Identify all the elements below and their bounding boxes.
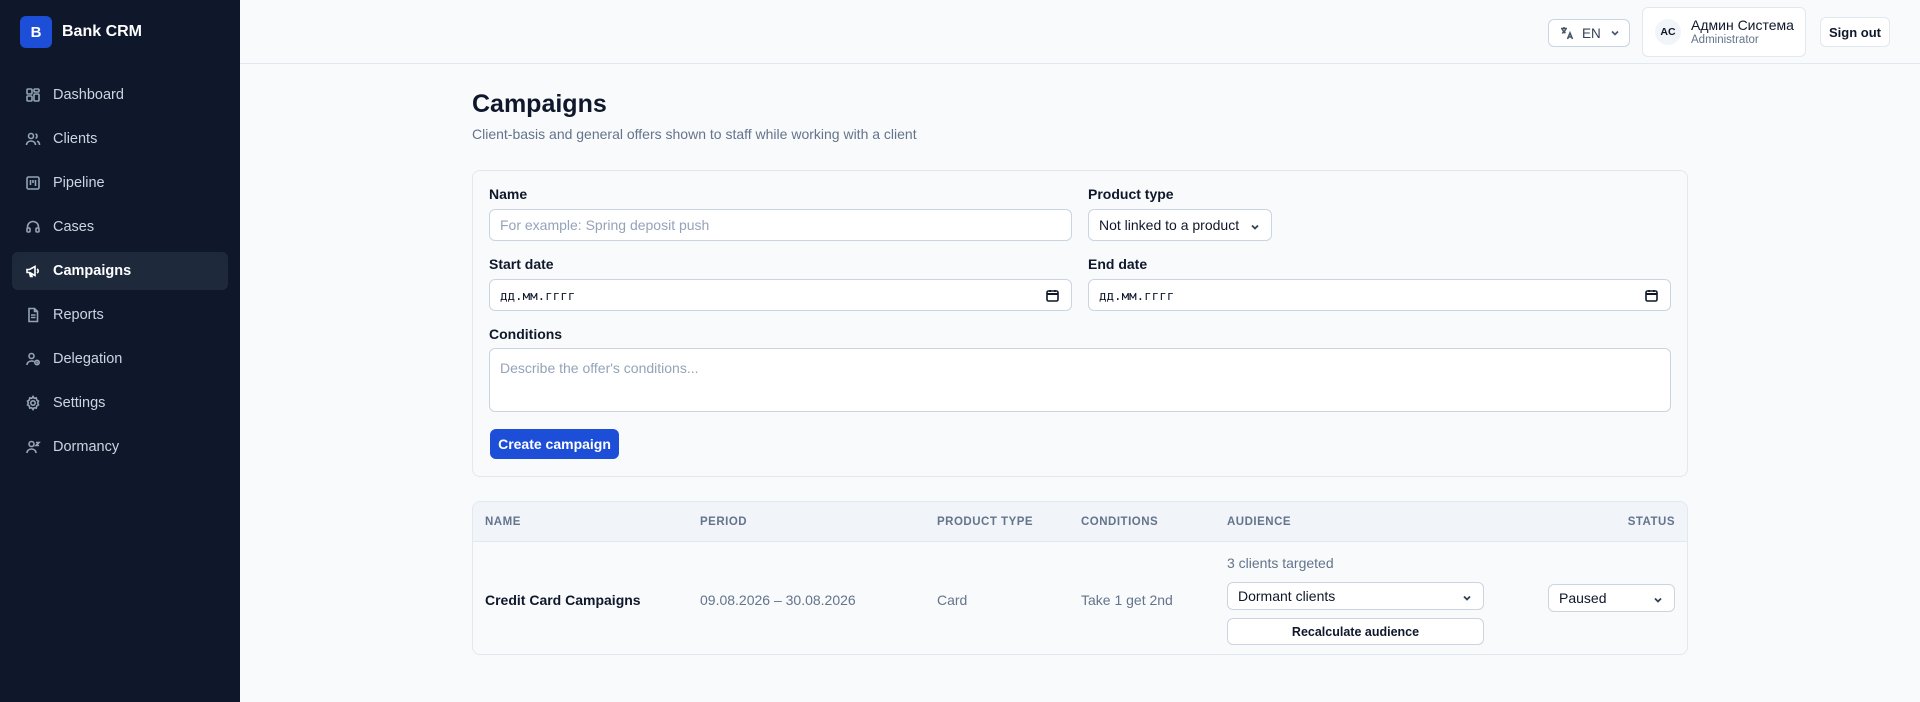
recalculate-audience-button[interactable]: Recalculate audience — [1227, 618, 1484, 645]
users-icon — [25, 131, 41, 147]
gear-icon — [25, 395, 41, 411]
calendar-icon[interactable] — [1046, 289, 1059, 305]
column-header-product-type: PRODUCT TYPE — [937, 516, 1034, 528]
audience-segment-select[interactable]: Dormant clients — [1227, 582, 1484, 610]
sidebar-item-reports[interactable]: Reports — [12, 296, 228, 334]
dormancy-icon — [25, 439, 41, 455]
megaphone-icon — [25, 263, 41, 279]
brand-name: Bank CRM — [62, 23, 143, 40]
product-type-select[interactable]: Not linked to a product — [1088, 209, 1272, 241]
sidebar-item-label: Pipeline — [53, 175, 105, 191]
delegation-icon — [25, 351, 41, 367]
status-select[interactable]: Paused — [1548, 584, 1675, 612]
language-selector[interactable]: EN — [1548, 19, 1630, 47]
conditions-label: Conditions — [489, 326, 563, 342]
campaign-period: 09.08.2026 – 30.08.2026 — [700, 592, 856, 608]
user-role: Administrator — [1691, 33, 1759, 46]
start-date-value: дд.мм.гггг — [500, 287, 576, 303]
page-title: Campaigns — [472, 90, 607, 118]
user-name: Админ Система — [1691, 16, 1794, 33]
name-input[interactable]: For example: Spring deposit push — [489, 209, 1072, 241]
end-date-value: дд.мм.гггг — [1099, 287, 1175, 303]
start-date-input[interactable]: дд.мм.гггг — [489, 279, 1072, 311]
audience-segment-value: Dormant clients — [1238, 588, 1336, 604]
sidebar-item-campaigns[interactable]: Campaigns — [12, 252, 228, 290]
sidebar-item-dormancy[interactable]: Dormancy — [12, 428, 228, 466]
column-header-status: STATUS — [1627, 516, 1675, 528]
calendar-icon[interactable] — [1645, 289, 1658, 305]
brand-logo: B — [20, 16, 52, 48]
column-header-name: NAME — [485, 516, 521, 528]
sidebar-item-dashboard[interactable]: Dashboard — [12, 76, 228, 114]
sidebar-item-delegation[interactable]: Delegation — [12, 340, 228, 378]
pipeline-icon — [25, 175, 41, 191]
headset-icon — [25, 219, 41, 235]
start-date-label: Start date — [489, 256, 554, 272]
sidebar-item-label: Clients — [53, 131, 98, 147]
column-header-period: PERIOD — [700, 516, 748, 528]
sidebar-item-label: Campaigns — [53, 263, 132, 279]
dashboard-icon — [25, 87, 41, 103]
audience-count: 3 clients targeted — [1227, 555, 1334, 571]
topbar: EN AC Админ Система Administrator Sign o… — [240, 0, 1920, 64]
sidebar-item-label: Reports — [53, 307, 104, 323]
sidebar-item-label: Cases — [53, 219, 95, 235]
product-type-value: Not linked to a product — [1099, 217, 1240, 233]
avatar: AC — [1655, 19, 1681, 45]
column-header-conditions: CONDITIONS — [1081, 516, 1159, 528]
sidebar-item-label: Dashboard — [53, 87, 124, 103]
sidebar-item-settings[interactable]: Settings — [12, 384, 228, 422]
chevron-down-icon — [1652, 593, 1664, 609]
page-subtitle: Client-basis and general offers shown to… — [472, 126, 917, 142]
end-date-input[interactable]: дд.мм.гггг — [1088, 279, 1671, 311]
campaign-name: Credit Card Campaigns — [485, 592, 641, 608]
sidebar-nav: Dashboard Clients Pipeline Cases Campaig… — [0, 64, 240, 466]
conditions-textarea[interactable]: Describe the offer's conditions... — [489, 348, 1671, 412]
sidebar-item-label: Settings — [53, 395, 106, 411]
chevron-down-icon — [1461, 591, 1473, 607]
sign-out-button[interactable]: Sign out — [1820, 17, 1890, 47]
name-label: Name — [489, 186, 528, 202]
sidebar-item-label: Dormancy — [53, 439, 120, 455]
brand[interactable]: B Bank CRM — [0, 0, 240, 64]
translate-icon — [1559, 25, 1575, 41]
sidebar-item-pipeline[interactable]: Pipeline — [12, 164, 228, 202]
user-info: Админ Система Administrator — [1691, 17, 1794, 48]
campaign-conditions: Take 1 get 2nd — [1081, 592, 1173, 608]
sidebar-item-clients[interactable]: Clients — [12, 120, 228, 158]
chevron-down-icon — [1249, 220, 1261, 236]
sidebar-item-cases[interactable]: Cases — [12, 208, 228, 246]
column-header-audience: AUDIENCE — [1227, 516, 1292, 528]
sidebar-item-label: Delegation — [53, 351, 123, 367]
campaign-product-type: Card — [937, 592, 968, 608]
chevron-down-icon — [1609, 27, 1621, 39]
report-icon — [25, 307, 41, 323]
user-menu[interactable]: AC Админ Система Administrator — [1642, 7, 1806, 57]
create-campaign-button[interactable]: Create campaign — [490, 429, 619, 459]
create-campaign-form: Name For example: Spring deposit push Pr… — [472, 170, 1688, 477]
sidebar: B Bank CRM Dashboard Clients Pipeline Ca… — [0, 0, 240, 702]
end-date-label: End date — [1088, 256, 1148, 272]
product-type-label: Product type — [1088, 186, 1174, 202]
language-code: EN — [1582, 25, 1601, 41]
campaigns-table: NAME PERIOD PRODUCT TYPE CONDITIONS AUDI… — [472, 501, 1688, 655]
table-header: NAME PERIOD PRODUCT TYPE CONDITIONS AUDI… — [473, 502, 1687, 542]
status-value: Paused — [1559, 590, 1607, 606]
